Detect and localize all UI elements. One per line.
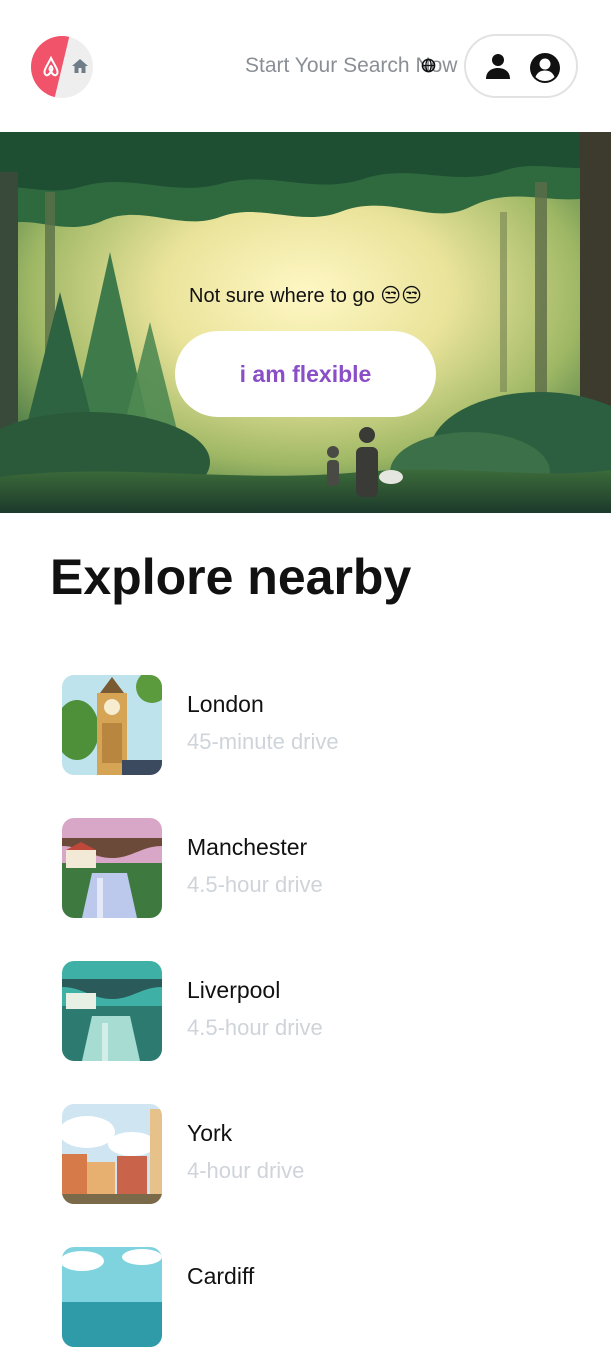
list-item[interactable]: Cardiff xyxy=(62,1247,562,1347)
person-icon xyxy=(486,54,510,79)
old-town-illustration-icon xyxy=(62,1104,162,1204)
item-drive-time: 45-minute drive xyxy=(187,729,339,754)
item-name: London xyxy=(187,691,264,717)
bridge-canal-teal-illustration-icon xyxy=(62,961,162,1061)
user-menu-button[interactable] xyxy=(464,34,578,98)
item-name: York xyxy=(187,1120,233,1146)
item-name: Manchester xyxy=(187,834,308,860)
top-bar: Start Your Search Now xyxy=(0,0,611,132)
section-title: Explore nearby xyxy=(50,549,412,605)
globe-icon[interactable] xyxy=(421,58,436,73)
bridge-canal-illustration-icon xyxy=(62,818,162,918)
item-drive-time: 4-hour drive xyxy=(187,1158,305,1183)
list-item[interactable]: York 4-hour drive xyxy=(62,1104,562,1204)
list-item[interactable]: London 45-minute drive xyxy=(62,675,562,775)
coast-illustration-icon xyxy=(62,1247,162,1347)
list-item[interactable]: Manchester 4.5-hour drive xyxy=(62,818,562,918)
item-drive-time: 4.5-hour drive xyxy=(187,1015,323,1040)
app-logo[interactable] xyxy=(31,36,93,98)
hero-banner: Not sure where to go 😒😒 i am flexible xyxy=(0,132,611,513)
home-icon xyxy=(72,59,88,73)
account-circle-icon xyxy=(530,53,560,83)
item-drive-time: 4.5-hour drive xyxy=(187,872,323,897)
airbnb-logo-icon xyxy=(43,55,59,77)
i-am-flexible-button[interactable]: i am flexible xyxy=(175,331,436,417)
big-ben-illustration-icon xyxy=(62,675,162,775)
item-name: Cardiff xyxy=(187,1263,255,1289)
item-name: Liverpool xyxy=(187,977,281,1003)
list-item[interactable]: Liverpool 4.5-hour drive xyxy=(62,961,562,1061)
hero-tagline: Not sure where to go 😒😒 xyxy=(189,285,422,307)
forest-illustration xyxy=(0,132,611,513)
